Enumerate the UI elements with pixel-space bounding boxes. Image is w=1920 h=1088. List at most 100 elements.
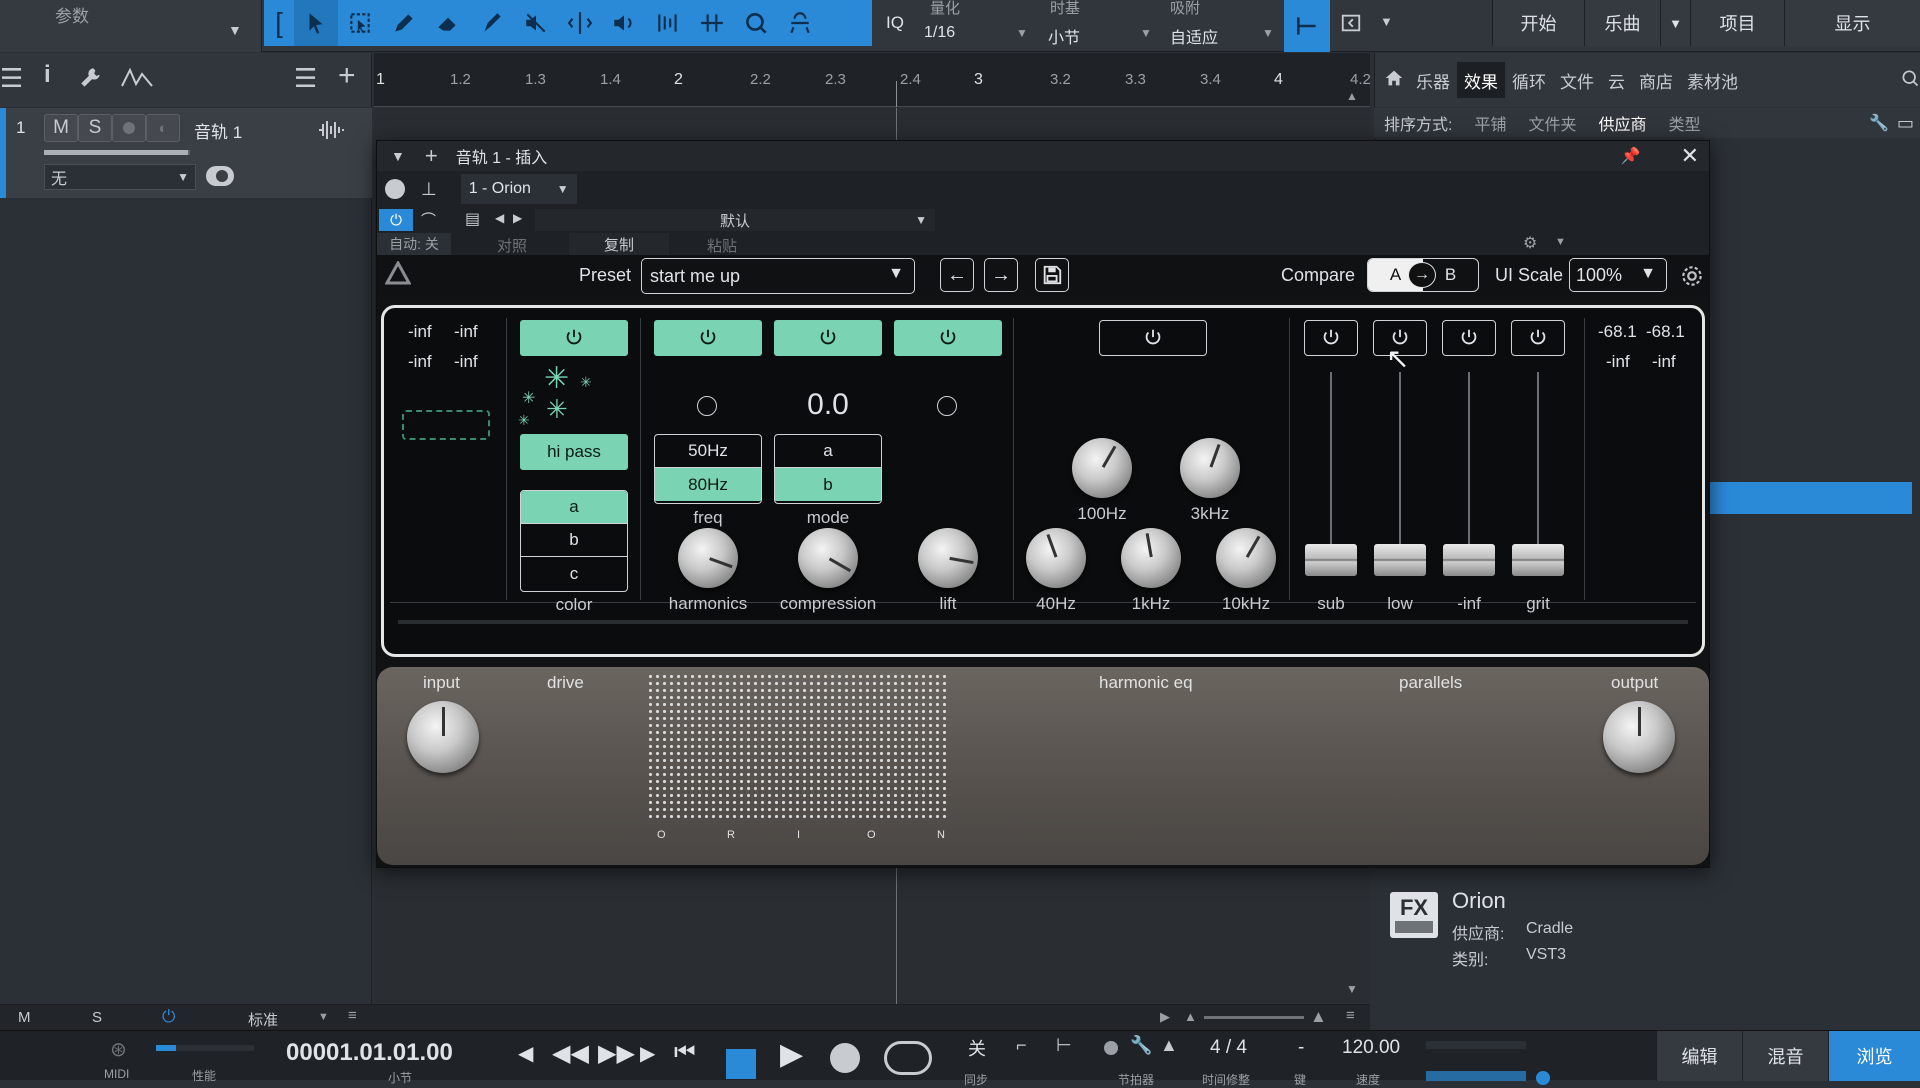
solo-button[interactable]: S [78, 114, 112, 142]
mode-option-b[interactable]: b [775, 468, 881, 501]
wrench-icon[interactable]: 🔧 [1869, 113, 1889, 133]
waveform-icon[interactable] [318, 120, 344, 145]
compare-button[interactable]: 对照 [497, 235, 527, 256]
bypass-icon[interactable]: ⌒ [421, 209, 436, 230]
trim-tool-button[interactable] [690, 0, 734, 46]
zoom-tool-button[interactable] [734, 0, 778, 46]
wrench-icon[interactable] [78, 65, 104, 96]
stop-button[interactable] [726, 1049, 756, 1079]
timebase-select[interactable]: 时基 小节 ▼ [1044, 0, 1156, 52]
settings-gear-icon[interactable] [1679, 263, 1705, 294]
mute-button[interactable]: M [44, 114, 78, 142]
status-s[interactable]: S [92, 1009, 102, 1026]
sort-folder[interactable]: 文件夹 [1528, 111, 1576, 135]
tab-mix[interactable]: 混音 [1742, 1031, 1828, 1081]
power-icon[interactable]: ⏻ [379, 209, 413, 231]
eq-1khz-knob[interactable] [1121, 528, 1181, 588]
listen-tool-button[interactable] [602, 0, 646, 46]
freq-option-80hz[interactable]: 80Hz [655, 468, 761, 501]
grit-power-button[interactable] [1511, 320, 1565, 356]
nav-start[interactable]: 开始 [1492, 0, 1584, 46]
scroll-up-icon[interactable]: ▲ [1346, 89, 1358, 103]
output-knob[interactable] [1603, 701, 1675, 773]
routing-icon[interactable]: ⊥ [421, 179, 437, 200]
lift-knob[interactable] [918, 528, 978, 588]
zoom-slider[interactable] [1204, 1016, 1304, 1019]
home-icon[interactable] [1383, 67, 1405, 94]
info-icon[interactable]: i [44, 61, 51, 89]
hi-pass-button[interactable]: hi pass [520, 434, 628, 470]
low-fader[interactable] [1374, 544, 1426, 576]
plugin-power-icon[interactable] [385, 179, 405, 199]
freq-option-50hz[interactable]: 50Hz [655, 435, 761, 468]
freq-selector[interactable]: 50Hz 80Hz [654, 434, 762, 504]
eq-power-button[interactable] [1099, 320, 1207, 356]
timeline-ruler[interactable]: 1 1.2 1.3 1.4 2 2.2 2.3 2.4 3 3.2 3.3 3.… [374, 53, 1371, 107]
input-knob[interactable] [407, 701, 479, 773]
punch-icon[interactable]: ⌐ [1016, 1035, 1027, 1056]
fast-forward-icon[interactable]: ▶▶ [598, 1039, 635, 1068]
track-name[interactable]: 音轨 1 [194, 118, 242, 143]
host-preset-select[interactable]: 默认 ▼ [535, 209, 935, 231]
next-preset-button[interactable]: → [984, 258, 1018, 292]
mode-option-a[interactable]: a [775, 435, 881, 468]
transform-tool-button[interactable] [778, 0, 822, 46]
save-preset-button[interactable] [1035, 258, 1069, 292]
panel-scrollbar[interactable] [398, 620, 1688, 624]
input-select[interactable]: 无 ▼ [44, 164, 196, 190]
copy-button[interactable]: 复制 [569, 233, 669, 255]
power-icon[interactable]: ⏻ [162, 1007, 175, 1027]
mid-power-button[interactable] [1442, 320, 1496, 356]
prev-preset-icon[interactable]: ◀ [495, 211, 504, 225]
chevron-down-icon[interactable]: ▼ [1555, 236, 1566, 248]
nav-show[interactable]: 显示 [1784, 0, 1920, 46]
add-icon[interactable]: + [425, 143, 438, 169]
wrench-icon[interactable]: 🔧 [1130, 1035, 1152, 1056]
nav-project[interactable]: 项目 [1690, 0, 1784, 46]
add-track-icon[interactable]: + [338, 59, 356, 93]
browser-tab-files[interactable]: 文件 [1553, 68, 1601, 93]
mid-fader[interactable] [1443, 544, 1495, 576]
color-selector[interactable]: a b c [520, 490, 628, 592]
browser-selected-item[interactable] [1708, 482, 1912, 514]
copy-a-to-b-icon[interactable]: → [1408, 262, 1436, 288]
volume-knob[interactable] [1536, 1071, 1550, 1085]
browser-tab-pool[interactable]: 素材池 [1680, 68, 1745, 93]
snap-toggle-button[interactable] [1284, 0, 1330, 52]
nav-song[interactable]: 乐曲 [1584, 0, 1660, 46]
playhead[interactable] [896, 81, 897, 107]
paint-tool-button[interactable] [470, 0, 514, 46]
record-arm-button[interactable] [112, 114, 146, 142]
browser-tab-store[interactable]: 商店 [1632, 68, 1680, 93]
eraser-tool-button[interactable] [426, 0, 470, 46]
loop-icon[interactable] [884, 1041, 932, 1075]
metronome-icon[interactable]: ▲ [1160, 1035, 1178, 1056]
slot-select[interactable]: 1 - Orion ▼ [460, 174, 577, 204]
eq-100hz-knob[interactable] [1072, 438, 1132, 498]
tempo-value[interactable]: 120.00 [1342, 1037, 1400, 1059]
eq-40hz-knob[interactable] [1026, 528, 1086, 588]
preset-list-icon[interactable]: ▤ [465, 209, 480, 229]
bend-tool-button[interactable] [646, 0, 690, 46]
range-tool-button[interactable] [338, 0, 382, 46]
link-indicator[interactable] [402, 410, 490, 440]
chevron-down-icon[interactable]: ▼ [1660, 0, 1690, 46]
collapse-icon[interactable]: ▼ [391, 148, 405, 164]
compression-power-button[interactable] [774, 320, 882, 356]
quantize-select[interactable]: 量化 1/16 ▼ [922, 0, 1034, 52]
lift-power-button[interactable] [894, 320, 1002, 356]
color-power-button[interactable] [520, 320, 628, 356]
prev-preset-button[interactable]: ← [940, 258, 974, 292]
color-option-c[interactable]: c [521, 557, 627, 590]
play-icon[interactable]: ▶ [780, 1037, 803, 1072]
params-panel[interactable]: 参数 ▼ [0, 0, 262, 52]
close-icon[interactable]: ✕ [1681, 143, 1699, 169]
browser-tab-instruments[interactable]: 乐器 [1409, 68, 1457, 93]
search-icon[interactable] [1900, 68, 1920, 93]
sub-fader[interactable] [1305, 544, 1357, 576]
sub-power-button[interactable] [1304, 320, 1358, 356]
harmonics-knob[interactable] [678, 528, 738, 588]
split-tool-button[interactable] [558, 0, 602, 46]
routing-toggle[interactable] [206, 166, 234, 186]
window-icon[interactable]: ▭ [1897, 113, 1914, 134]
